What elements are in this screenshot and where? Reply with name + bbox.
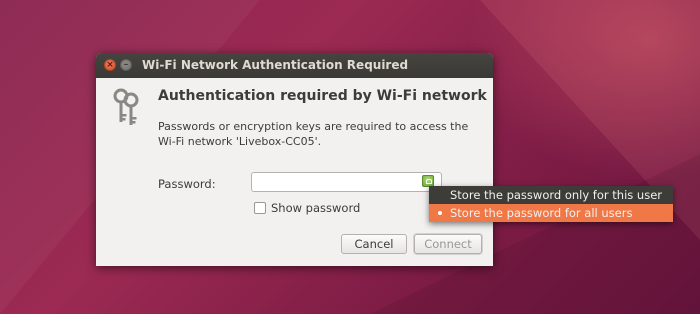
minimize-icon: – (123, 60, 129, 70)
menu-item-label: Store the password only for this user (450, 188, 663, 202)
show-password-label[interactable]: Show password (271, 201, 360, 215)
window-minimize-button[interactable]: – (120, 59, 132, 71)
radio-selected-icon (438, 211, 442, 215)
title-bar[interactable]: × – Wi-Fi Network Authentication Require… (96, 53, 493, 78)
menu-item-store-all-users[interactable]: Store the password for all users (429, 204, 673, 222)
dialog-description: Passwords or encryption keys are require… (158, 120, 469, 148)
store-password-menu: Store the password only for this user St… (429, 186, 673, 222)
menu-item-store-this-user[interactable]: Store the password only for this user (429, 186, 673, 204)
keys-icon (113, 88, 139, 125)
password-input[interactable] (251, 172, 442, 192)
window-close-button[interactable]: × (104, 59, 116, 71)
cancel-button[interactable]: Cancel (341, 234, 407, 254)
dialog-heading: Authentication required by Wi-Fi network (158, 88, 487, 104)
connect-button[interactable]: Connect (414, 234, 482, 254)
menu-item-label: Store the password for all users (450, 206, 633, 220)
window-title: Wi-Fi Network Authentication Required (142, 58, 409, 72)
password-label: Password: (158, 177, 216, 191)
show-password-checkbox[interactable] (254, 202, 266, 214)
close-icon: × (106, 60, 114, 70)
